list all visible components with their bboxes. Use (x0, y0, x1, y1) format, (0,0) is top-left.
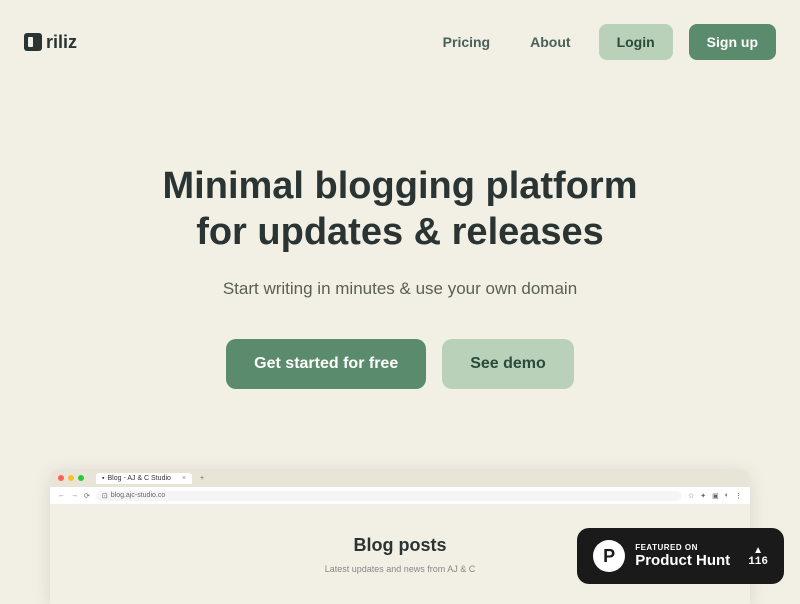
product-hunt-icon: P (593, 540, 625, 572)
browser-toolbar: ← → ⟳ ⊡ blog.ajc-studio.co ☆ ✦ ▣ ◐ ⋮ (50, 487, 750, 505)
product-hunt-featured: FEATURED ON (635, 543, 730, 552)
hero-section: Minimal blogging platform for updates & … (0, 84, 800, 429)
close-window-icon (58, 475, 64, 481)
get-started-button[interactable]: Get started for free (226, 339, 426, 389)
new-tab-icon: + (196, 473, 208, 484)
tab-title: Blog - AJ & C Studio (107, 475, 170, 482)
hero-subtitle: Start writing in minutes & use your own … (40, 279, 760, 299)
login-button[interactable]: Login (599, 24, 673, 60)
product-hunt-upvote: ▲ 116 (748, 545, 768, 568)
browser-action-icons: ☆ ✦ ▣ ◐ ⋮ (688, 492, 742, 500)
upvote-count: 116 (748, 556, 768, 568)
url-bar: ⊡ blog.ajc-studio.co (96, 491, 682, 501)
logo-text: riliz (46, 32, 77, 53)
url-text: blog.ajc-studio.co (111, 492, 165, 499)
upvote-icon: ▲ (753, 545, 763, 556)
hero-title-line1: Minimal blogging platform (40, 164, 760, 210)
profile-icon: ◐ (725, 492, 729, 500)
reload-icon: ⟳ (84, 492, 90, 500)
browser-tab: ▪ Blog - AJ & C Studio × (96, 473, 192, 484)
browser-tab-bar: ▪ Blog - AJ & C Studio × + (50, 469, 750, 487)
menu-icon: ⋮ (735, 492, 742, 500)
tab-favicon: ▪ (102, 475, 104, 482)
lock-icon: ⊡ (102, 492, 108, 500)
main-nav: Pricing About Login Sign up (431, 24, 776, 60)
logo-icon (24, 33, 42, 51)
product-hunt-name: Product Hunt (635, 552, 730, 569)
window-controls (58, 475, 84, 481)
nav-about[interactable]: About (518, 26, 582, 58)
forward-icon: → (71, 492, 78, 499)
minimize-window-icon (68, 475, 74, 481)
hero-buttons: Get started for free See demo (40, 339, 760, 389)
extension-icon: ✦ (700, 492, 706, 500)
product-hunt-badge[interactable]: P FEATURED ON Product Hunt ▲ 116 (577, 528, 784, 584)
nav-pricing[interactable]: Pricing (431, 26, 502, 58)
product-hunt-text: FEATURED ON Product Hunt (635, 543, 730, 569)
logo[interactable]: riliz (24, 32, 77, 53)
see-demo-button[interactable]: See demo (442, 339, 574, 389)
hero-title: Minimal blogging platform for updates & … (40, 164, 760, 255)
signup-button[interactable]: Sign up (689, 24, 776, 60)
tab-close-icon: × (182, 475, 186, 482)
hero-title-line2: for updates & releases (40, 210, 760, 256)
app-icon: ▣ (712, 492, 719, 500)
star-icon: ☆ (688, 492, 694, 500)
maximize-window-icon (78, 475, 84, 481)
back-icon: ← (58, 492, 65, 499)
